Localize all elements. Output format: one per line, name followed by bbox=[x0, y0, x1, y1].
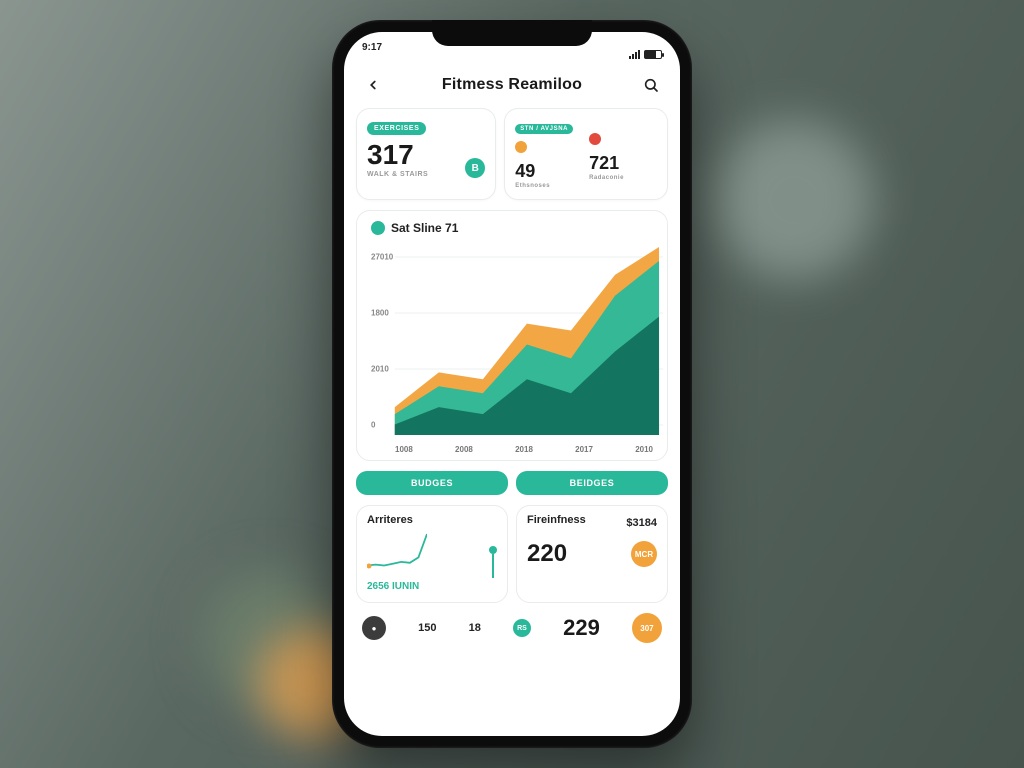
footer-badge-icon[interactable]: 307 bbox=[632, 613, 662, 643]
stat-primary-value: 317 bbox=[367, 141, 428, 169]
card-main-value: 220 bbox=[527, 540, 567, 568]
app-screen: 9:17 Fitmess Reamiloo EXERCISES bbox=[344, 32, 680, 736]
chart-area: 27010 1800 2010 0 bbox=[365, 241, 663, 441]
footer-chip[interactable]: RS bbox=[513, 619, 531, 637]
phone-notch bbox=[432, 20, 592, 46]
stat-card-secondary[interactable]: STN / AVJSNA 49 Ethsnoses 721 Radaconie bbox=[504, 108, 668, 200]
back-button[interactable] bbox=[360, 72, 386, 98]
stat-card-primary[interactable]: EXERCISES 317 WALK & STAIRS B bbox=[356, 108, 496, 200]
chip-budges[interactable]: BUDGES bbox=[356, 471, 508, 495]
status-time: 9:17 bbox=[362, 42, 382, 66]
search-button[interactable] bbox=[638, 72, 664, 98]
chip-beidges[interactable]: BEIDGES bbox=[516, 471, 668, 495]
stat-pill: EXERCISES bbox=[367, 122, 426, 135]
stat-secondary-pill: STN / AVJSNA bbox=[515, 124, 573, 134]
sparkline bbox=[367, 532, 427, 572]
card-side-value: $3184 bbox=[626, 517, 657, 529]
stat-a-sub: Ethsnoses bbox=[515, 183, 583, 189]
footer-val-b: 18 bbox=[469, 622, 481, 634]
stat-b-sub: Radaconie bbox=[589, 175, 657, 181]
bottom-row: Arriteres 2656 IUNIN Firei bbox=[356, 505, 668, 603]
dot-icon-orange bbox=[515, 141, 527, 153]
area-chart bbox=[365, 241, 663, 441]
marker-line bbox=[492, 554, 494, 578]
app-header: Fitmess Reamiloo bbox=[344, 66, 680, 108]
chart-card[interactable]: Sat Sline 71 27010 1800 2010 0 1008 2008… bbox=[356, 210, 668, 461]
chart-ytick: 0 bbox=[371, 421, 375, 430]
marker-dot-icon bbox=[489, 546, 497, 554]
card-header: Arriteres bbox=[367, 514, 497, 526]
chart-ytick: 2010 bbox=[371, 365, 389, 374]
stat-a-value: 49 bbox=[515, 162, 583, 180]
badge-orange-icon: MCR bbox=[631, 541, 657, 567]
chart-xtick: 1008 bbox=[395, 445, 413, 454]
phone-frame: 9:17 Fitmess Reamiloo EXERCISES bbox=[332, 20, 692, 748]
footer-row: ● 150 18 RS 229 307 bbox=[356, 613, 668, 643]
chart-xticks: 1008 2008 2018 2017 2010 bbox=[365, 441, 663, 454]
signal-icon bbox=[629, 50, 640, 59]
stat-primary-sub: WALK & STAIRS bbox=[367, 171, 428, 178]
page-title: Fitmess Reamiloo bbox=[442, 76, 582, 94]
chart-ytick: 1800 bbox=[371, 309, 389, 318]
card-sub: 2656 IUNIN bbox=[367, 581, 427, 592]
chart-xtick: 2010 bbox=[635, 445, 653, 454]
stat-badge-icon: B bbox=[465, 158, 485, 178]
button-row: BUDGES BEIDGES bbox=[356, 471, 668, 495]
card-arriteres[interactable]: Arriteres 2656 IUNIN bbox=[356, 505, 508, 603]
footer-val-a: 150 bbox=[418, 622, 436, 634]
stat-b-value: 721 bbox=[589, 154, 657, 172]
chart-dot-icon bbox=[371, 221, 385, 235]
card-header: Fireinfness bbox=[527, 514, 586, 526]
footer-big-value: 229 bbox=[563, 615, 600, 641]
dot-icon-red bbox=[589, 133, 601, 145]
battery-icon bbox=[644, 50, 662, 59]
chart-ytick: 27010 bbox=[371, 253, 393, 262]
card-fireinfness[interactable]: Fireinfness $3184 220 MCR bbox=[516, 505, 668, 603]
stats-row: EXERCISES 317 WALK & STAIRS B STN / AVJS… bbox=[356, 108, 668, 200]
chart-xtick: 2008 bbox=[455, 445, 473, 454]
chart-xtick: 2017 bbox=[575, 445, 593, 454]
chart-title: Sat Sline 71 bbox=[391, 221, 458, 235]
footer-dot-icon[interactable]: ● bbox=[362, 616, 386, 640]
chart-xtick: 2018 bbox=[515, 445, 533, 454]
